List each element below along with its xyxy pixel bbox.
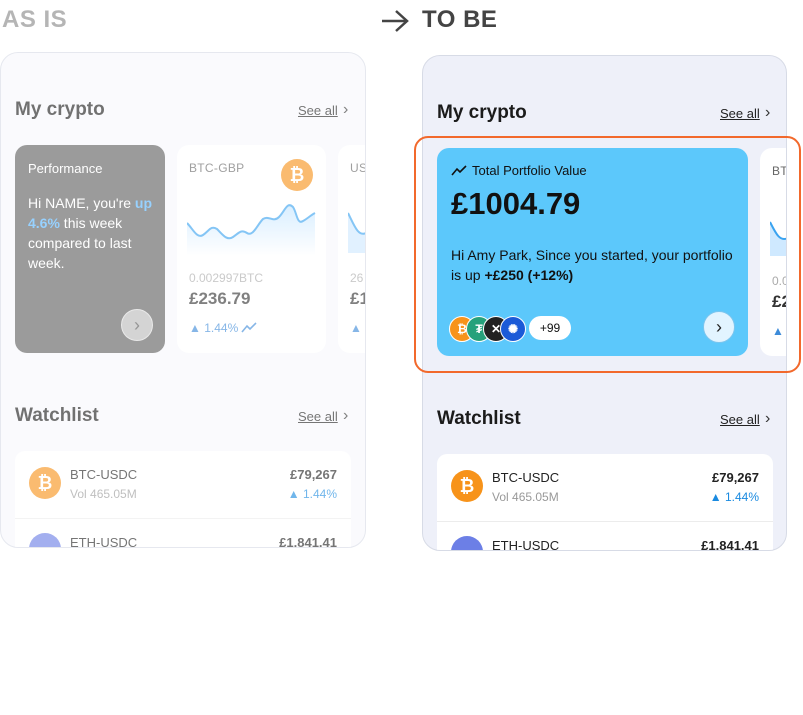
watchlist-price: £79,267 <box>712 470 759 485</box>
ethereum-icon <box>451 536 483 550</box>
bitcoin-icon: ₿ <box>29 467 61 499</box>
my-crypto-title: My crypto <box>437 102 527 123</box>
watchlist-divider <box>437 521 773 522</box>
btc-change: ▲ 1.44% <box>189 321 239 335</box>
my-crypto-title: My crypto <box>15 99 105 120</box>
btc-amount: 0.002997BTC <box>189 271 264 285</box>
highlight-outline <box>414 136 801 373</box>
watchlist-change: ▲ 1.44% <box>709 490 759 504</box>
watchlist-price: £1,841.41 <box>279 535 337 548</box>
performance-label: Performance <box>28 161 103 176</box>
watchlist-title: Watchlist <box>437 408 521 429</box>
watchlist-see-all-link[interactable]: See all <box>298 409 338 424</box>
chevron-right-icon[interactable]: › <box>343 101 348 119</box>
performance-card[interactable]: Performance Hi NAME, you're up 4.6% this… <box>15 145 165 353</box>
watchlist-pair: ETH-USDC <box>492 538 560 551</box>
watchlist-panel: ₿ BTC-USDC Vol 465.05M £79,267 ▲ 1.44% E… <box>15 451 351 548</box>
btc-price: £236.79 <box>189 289 251 308</box>
performance-text-1: Hi NAME, you're <box>28 195 132 211</box>
watchlist-pair: ETH-USDC <box>70 535 138 548</box>
chevron-right-icon[interactable]: › <box>343 407 348 425</box>
btc-gbp-pair-label: BTC-GBP <box>189 161 245 175</box>
partial-price: £1 <box>350 289 365 308</box>
btc-sparkline <box>187 204 316 255</box>
bitcoin-icon: ₿ <box>281 159 313 191</box>
trend-up-icon <box>241 322 257 333</box>
watchlist-price: £79,267 <box>290 467 337 482</box>
chevron-right-icon[interactable]: › <box>765 104 770 122</box>
watchlist-volume: Vol 465.05M <box>70 487 137 501</box>
arrow-right-icon <box>382 10 409 32</box>
performance-message: Hi NAME, you're up 4.6% this week compar… <box>28 193 156 273</box>
partial-pair-label: US <box>350 161 366 175</box>
as-is-heading: AS IS <box>2 6 68 33</box>
to-be-heading: TO BE <box>422 6 498 33</box>
as-is-phone-screen: My crypto See all › Performance Hi NAME,… <box>0 52 366 548</box>
watchlist-divider <box>15 518 351 519</box>
watchlist-title: Watchlist <box>15 405 99 426</box>
bitcoin-icon: ₿ <box>451 470 483 502</box>
watchlist-volume: Vol 465.05M <box>492 490 559 504</box>
partial-change: ▲ 2 <box>350 321 365 335</box>
partial-amount: 26 <box>350 271 364 285</box>
chevron-right-icon: › <box>134 314 140 335</box>
see-all-link[interactable]: See all <box>720 106 760 121</box>
watchlist-change: ▲ 1.44% <box>287 487 337 501</box>
partial-crypto-card[interactable]: US 26 £1 ▲ 2 <box>338 145 366 353</box>
see-all-link[interactable]: See all <box>298 103 338 118</box>
watchlist-price: £1,841.41 <box>701 538 759 551</box>
watchlist-panel: ₿ BTC-USDC Vol 465.05M £79,267 ▲ 1.44% E… <box>437 454 773 551</box>
watchlist-pair: BTC-USDC <box>492 470 560 485</box>
partial-sparkline <box>348 212 365 253</box>
performance-next-button[interactable]: › <box>121 309 153 341</box>
ethereum-icon <box>29 533 61 547</box>
chevron-right-icon[interactable]: › <box>765 410 770 428</box>
watchlist-see-all-link[interactable]: See all <box>720 412 760 427</box>
watchlist-pair: BTC-USDC <box>70 467 138 482</box>
btc-gbp-card[interactable]: BTC-GBP ₿ 0.002997BTC £236.79 ▲ 1.44% <box>177 145 326 353</box>
